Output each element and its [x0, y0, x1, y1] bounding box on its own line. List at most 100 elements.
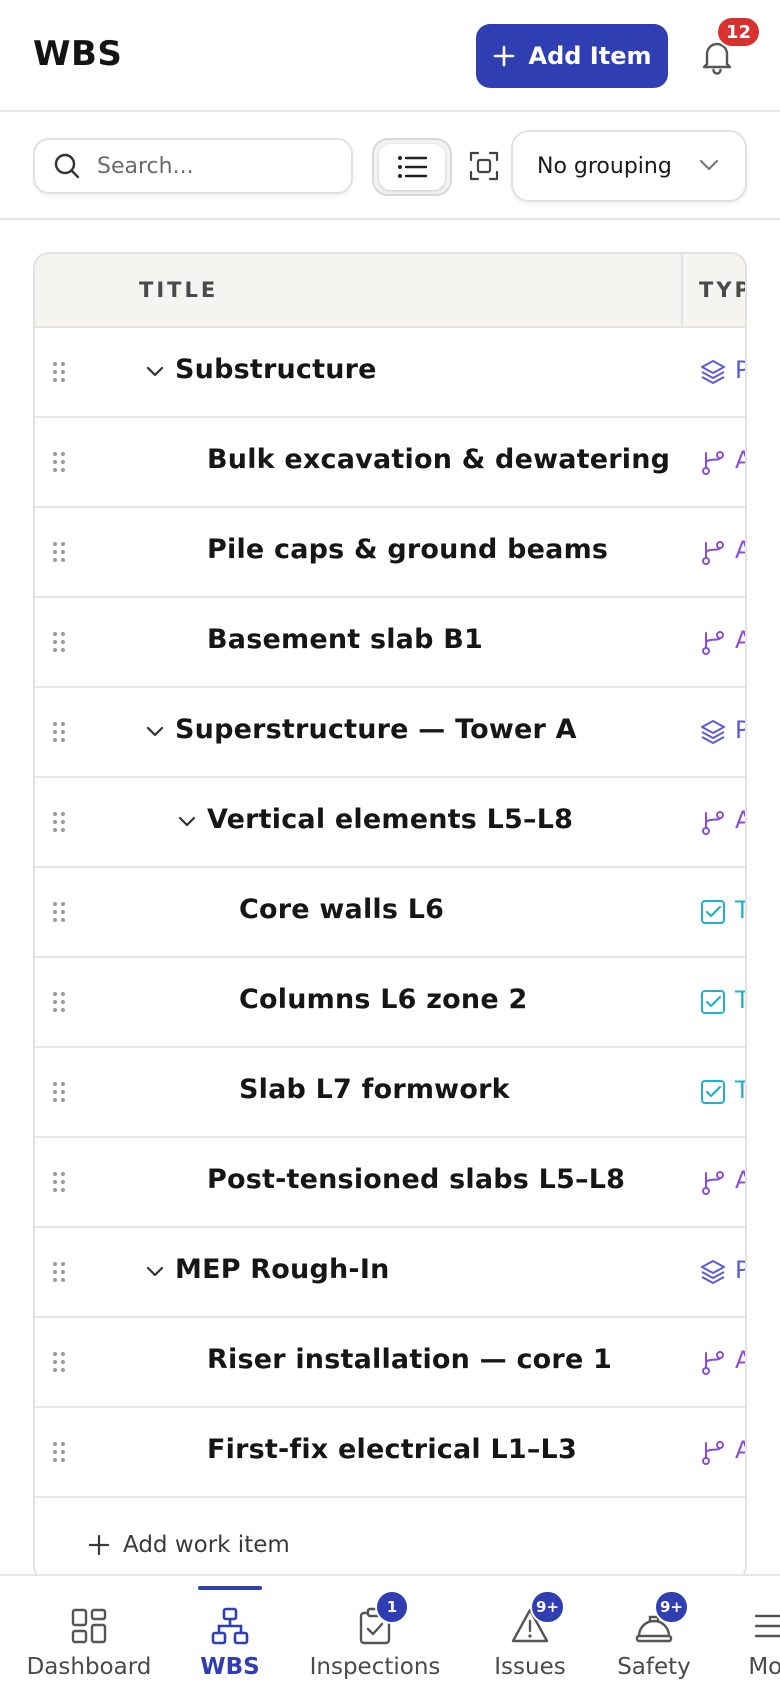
bottom-nav: Dashboard WBS 1 Inspections 9+ Issues 9+ Safety… — [0, 1574, 780, 1688]
row-title: First-fix electrical L1–L3 — [207, 1434, 577, 1465]
layers-icon — [701, 1260, 725, 1284]
clipboard-check-icon: 1 — [355, 1590, 409, 1646]
row-type-label: A — [735, 626, 745, 654]
table-row[interactable]: Post-tensioned slabs L5–L8 A — [35, 1138, 745, 1228]
warning-icon: 9+ — [510, 1590, 566, 1646]
list-view-toggle-inner — [379, 144, 445, 190]
table-row[interactable]: Pile caps & ground beams A — [35, 508, 745, 598]
grouping-value: No grouping — [537, 153, 672, 179]
row-title: Bulk excavation & dewatering — [207, 444, 671, 475]
row-title: Slab L7 formwork — [239, 1074, 510, 1105]
checkbox-icon — [701, 1080, 725, 1104]
drag-handle-icon[interactable] — [51, 900, 67, 924]
chevron-down-icon[interactable] — [143, 360, 167, 384]
table-row[interactable]: Basement slab B1 A — [35, 598, 745, 688]
row-title: Pile caps & ground beams — [207, 534, 609, 565]
dashboard-icon — [69, 1606, 109, 1646]
branch-icon — [702, 631, 724, 655]
drag-handle-icon[interactable] — [51, 630, 67, 654]
nav-item-label: Issues — [494, 1654, 566, 1680]
table-row[interactable]: Core walls L6 T — [35, 868, 745, 958]
row-title: Post-tensioned slabs L5–L8 — [207, 1164, 626, 1195]
row-title: Superstructure — Tower A — [175, 714, 577, 745]
wbs-table: TITLE TYP Substructure P Bulk excavation &… — [33, 252, 747, 1582]
menu-icon — [750, 1606, 780, 1646]
table-row[interactable]: First-fix electrical L1–L3 A — [35, 1408, 745, 1498]
layers-icon — [701, 720, 725, 744]
row-title: Columns L6 zone 2 — [239, 984, 528, 1015]
nav-item-label: Mor — [748, 1654, 780, 1680]
row-type-label: P — [735, 716, 745, 744]
column-header-type[interactable]: TYP — [699, 278, 745, 302]
nav-item-dashboard[interactable]: Dashboard — [14, 1576, 164, 1688]
drag-handle-icon[interactable] — [51, 810, 67, 834]
nav-item-menu[interactable]: Mor — [695, 1576, 780, 1688]
drag-handle-icon[interactable] — [51, 1260, 67, 1284]
column-header-title[interactable]: TITLE — [139, 278, 218, 302]
branch-icon — [702, 1351, 724, 1375]
branch-icon — [702, 541, 724, 565]
chevron-down-icon[interactable] — [143, 720, 167, 744]
nav-item-clipboard-check[interactable]: 1 Inspections — [300, 1576, 450, 1688]
row-type-label: P — [735, 356, 745, 384]
row-type-label: A — [735, 536, 745, 564]
grouping-select[interactable]: No grouping — [511, 130, 747, 202]
nav-item-label: WBS — [200, 1654, 260, 1680]
layers-icon — [701, 360, 725, 384]
row-title: Basement slab B1 — [207, 624, 483, 655]
row-title: Substructure — [175, 354, 377, 385]
table-row[interactable]: Substructure P — [35, 328, 745, 418]
drag-handle-icon[interactable] — [51, 360, 67, 384]
table-row[interactable]: Superstructure — Tower A P — [35, 688, 745, 778]
branch-icon — [702, 451, 724, 475]
header: WBS Add Item 12 — [0, 0, 780, 112]
table-row[interactable]: Columns L6 zone 2 T — [35, 958, 745, 1048]
row-title: Riser installation — core 1 — [207, 1344, 613, 1375]
drag-handle-icon[interactable] — [51, 720, 67, 744]
row-title: Vertical elements L5–L8 — [207, 804, 574, 835]
chevron-down-icon — [699, 159, 719, 171]
add-work-item-label: Add work item — [123, 1532, 290, 1558]
hard-hat-icon: 9+ — [634, 1590, 690, 1646]
drag-handle-icon[interactable] — [51, 1170, 67, 1194]
list-view-toggle[interactable] — [372, 138, 452, 196]
drag-handle-icon[interactable] — [51, 1350, 67, 1374]
drag-handle-icon[interactable] — [51, 1080, 67, 1104]
table-row[interactable]: Bulk excavation & dewatering A — [35, 418, 745, 508]
nav-item-hierarchy[interactable]: WBS — [155, 1576, 305, 1688]
hierarchy-icon — [210, 1606, 250, 1646]
row-type-label: A — [735, 1346, 745, 1374]
plus-icon — [89, 1535, 109, 1555]
nav-item-label: Safety — [617, 1654, 691, 1680]
plus-icon — [493, 45, 514, 67]
nav-item-label: Dashboard — [26, 1654, 152, 1680]
nav-item-label: Inspections — [309, 1654, 441, 1680]
row-type-label: P — [735, 1256, 745, 1284]
branch-icon — [702, 1171, 724, 1195]
search-box[interactable] — [33, 138, 353, 194]
add-item-button[interactable]: Add Item — [476, 24, 668, 88]
table-row[interactable]: Riser installation — core 1 A — [35, 1318, 745, 1408]
checkbox-icon — [701, 900, 725, 924]
focus-scan-icon[interactable] — [468, 150, 500, 182]
row-type-label: A — [735, 1166, 745, 1194]
page-title: WBS — [33, 34, 123, 74]
search-input[interactable] — [97, 153, 327, 179]
list-icon — [398, 156, 427, 178]
drag-handle-icon[interactable] — [51, 540, 67, 564]
nav-badge: 1 — [375, 1590, 409, 1624]
drag-handle-icon[interactable] — [51, 450, 67, 474]
table-rows: Substructure P Bulk excavation & dewaterin… — [35, 328, 745, 1498]
table-row[interactable]: MEP Rough-In P — [35, 1228, 745, 1318]
drag-handle-icon[interactable] — [51, 990, 67, 1014]
table-row[interactable]: Slab L7 formwork T — [35, 1048, 745, 1138]
add-work-item-button[interactable]: Add work item — [89, 1532, 290, 1558]
drag-handle-icon[interactable] — [51, 1440, 67, 1464]
row-type-label: A — [735, 1436, 745, 1464]
chevron-down-icon[interactable] — [175, 810, 199, 834]
search-icon — [54, 153, 80, 179]
row-title: Core walls L6 — [239, 894, 445, 925]
table-row[interactable]: Vertical elements L5–L8 A — [35, 778, 745, 868]
chevron-down-icon[interactable] — [143, 1260, 167, 1284]
add-item-label: Add Item — [528, 42, 652, 70]
